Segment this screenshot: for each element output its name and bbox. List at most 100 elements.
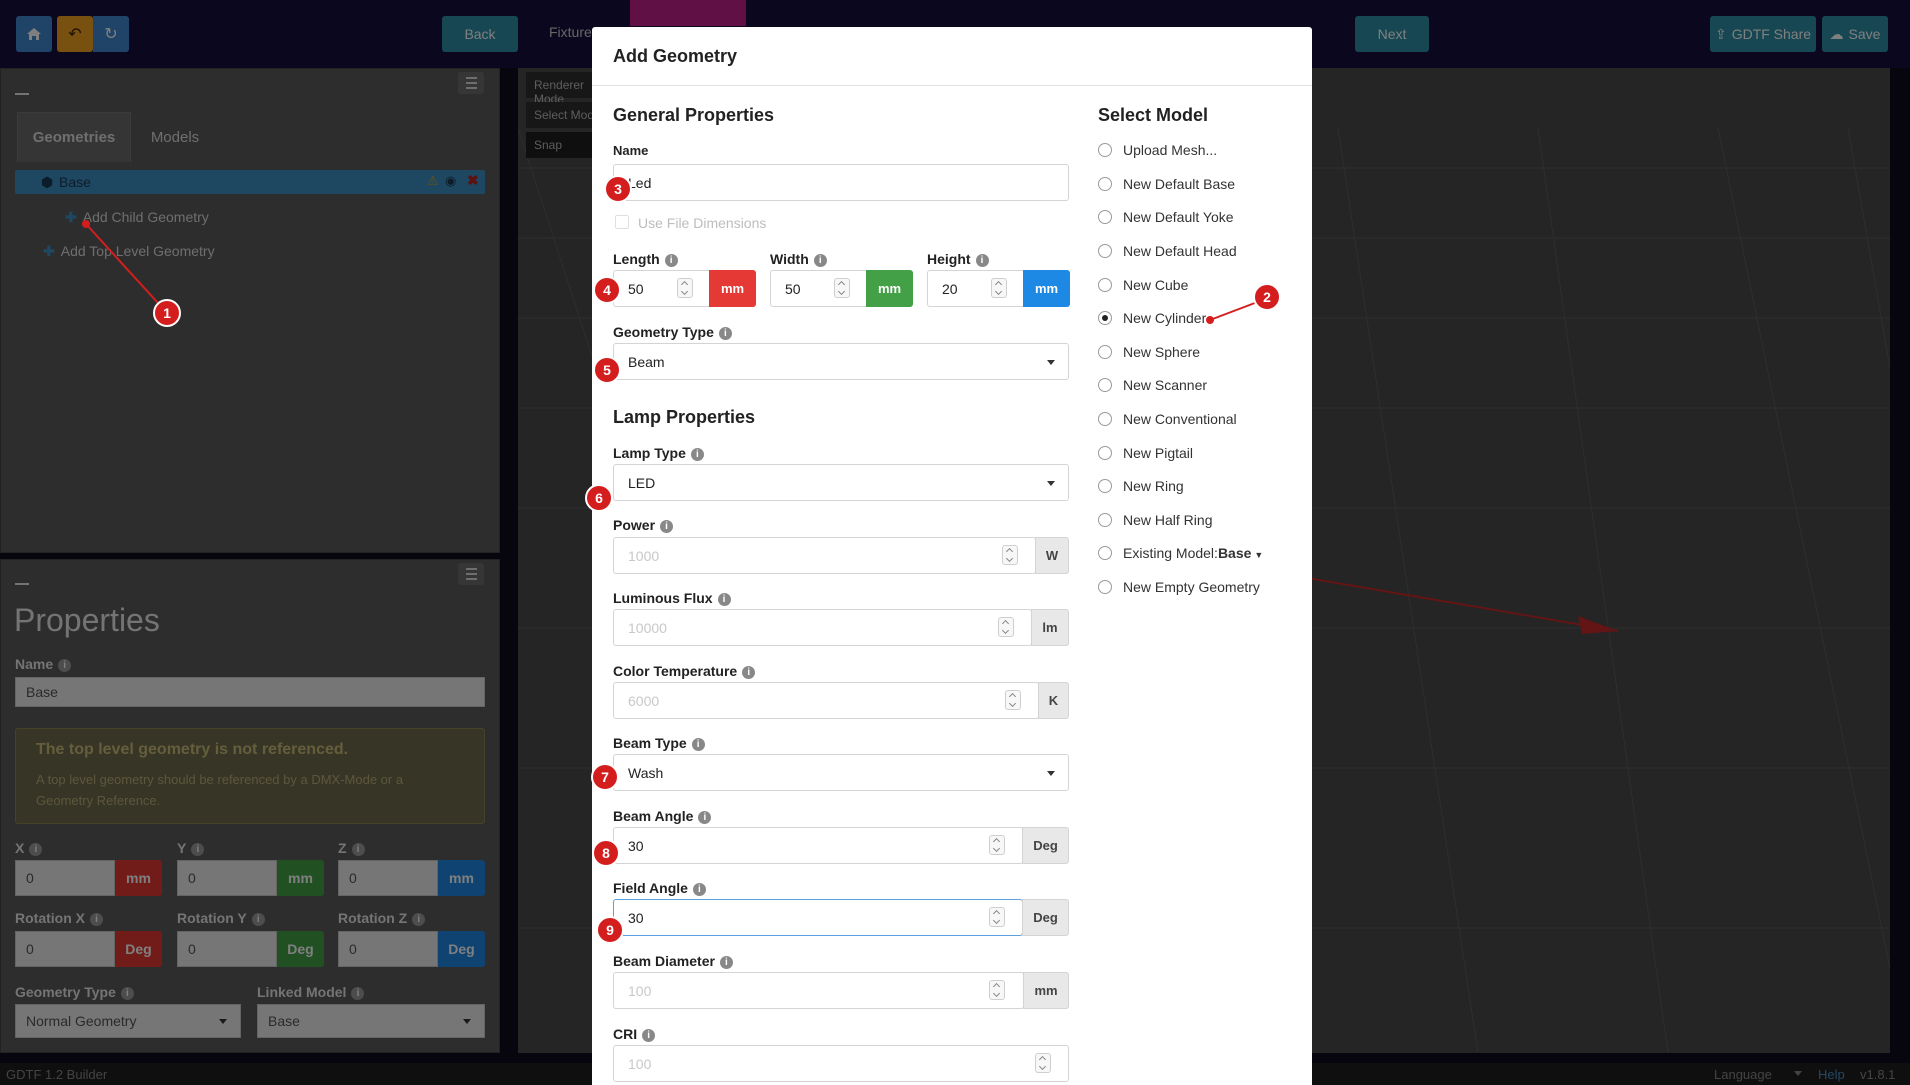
power-stepper[interactable]	[1002, 545, 1018, 565]
model-option-label: Existing Model:Base ▼	[1123, 545, 1264, 561]
field-angle-label: Field Angle i	[613, 880, 706, 896]
radio-button[interactable]	[1098, 580, 1112, 594]
model-option-label: New Pigtail	[1123, 445, 1194, 461]
model-option-half-ring[interactable]: New Half Ring	[1098, 511, 1298, 531]
radio-button[interactable]	[1098, 378, 1112, 392]
use-file-dimensions-label: Use File Dimensions	[638, 215, 767, 231]
length-stepper[interactable]	[677, 278, 693, 298]
field-angle-input[interactable]: 30	[613, 899, 1023, 936]
beam-diameter-input[interactable]: 100	[613, 972, 1024, 1009]
geometry-type-label: Geometry Typei	[613, 324, 732, 340]
info-icon: i	[717, 593, 731, 606]
lamp-type-select[interactable]: LED	[613, 464, 1069, 501]
model-option-pigtail[interactable]: New Pigtail	[1098, 444, 1298, 464]
use-file-dimensions-checkbox[interactable]	[615, 215, 629, 229]
model-option-label: New Empty Geometry	[1123, 579, 1260, 595]
model-option-sphere[interactable]: New Sphere	[1098, 343, 1298, 363]
geometry-type-select[interactable]: Beam	[613, 343, 1069, 380]
radio-button[interactable]	[1098, 345, 1112, 359]
height-stepper[interactable]	[991, 278, 1007, 298]
annotation-badge-9: 9	[596, 916, 624, 944]
model-option-label: Upload Mesh...	[1123, 142, 1218, 158]
info-icon: i	[692, 883, 706, 896]
field-angle-unit: Deg	[1022, 899, 1069, 936]
info-icon: i	[718, 327, 732, 340]
radio-button[interactable]	[1098, 143, 1112, 157]
model-option-label: New Cylinder	[1123, 310, 1207, 326]
annotation-badge-6: 6	[585, 484, 613, 512]
cri-input[interactable]: 100	[613, 1045, 1069, 1082]
width-input[interactable]: 50	[770, 270, 868, 307]
modal-divider	[592, 85, 1312, 86]
chevron-down-icon: ▼	[1254, 550, 1264, 560]
power-input[interactable]: 1000	[613, 537, 1036, 574]
length-label: Length i	[613, 251, 678, 267]
beam-angle-input[interactable]: 30	[613, 827, 1023, 864]
beam-type-select[interactable]: Wash	[613, 754, 1069, 791]
info-icon: i	[742, 666, 756, 679]
radio-button[interactable]	[1098, 278, 1112, 292]
color-temperature-unit: K	[1038, 682, 1069, 719]
radio-button[interactable]	[1098, 412, 1112, 426]
model-option-label: New Default Yoke	[1123, 209, 1234, 225]
info-icon: i	[664, 254, 678, 267]
field-angle-stepper[interactable]	[989, 907, 1005, 927]
radio-button[interactable]	[1098, 446, 1112, 460]
color-temperature-stepper[interactable]	[1005, 690, 1021, 710]
model-option-cylinder[interactable]: New Cylinder	[1098, 309, 1298, 329]
luminous-flux-stepper[interactable]	[998, 617, 1014, 637]
radio-button[interactable]	[1098, 546, 1112, 560]
width-stepper[interactable]	[834, 278, 850, 298]
chevron-down-icon	[1047, 771, 1055, 776]
model-option-default-head[interactable]: New Default Head	[1098, 242, 1298, 262]
beam-diameter-stepper[interactable]	[989, 980, 1005, 1000]
annotation-badge-3: 3	[604, 175, 632, 203]
radio-button[interactable]	[1098, 479, 1112, 493]
height-input[interactable]: 20	[927, 270, 1025, 307]
model-option-default-base[interactable]: New Default Base	[1098, 175, 1298, 195]
info-icon: i	[690, 448, 704, 461]
color-temperature-input[interactable]: 6000	[613, 682, 1039, 719]
radio-button-selected[interactable]	[1098, 311, 1112, 325]
model-option-label: New Ring	[1123, 478, 1184, 494]
select-model-heading: Select Model	[1098, 105, 1209, 125]
model-option-label: New Scanner	[1123, 377, 1208, 393]
model-option-label: New Conventional	[1123, 411, 1237, 427]
width-unit: mm	[866, 270, 913, 307]
model-option-conventional[interactable]: New Conventional	[1098, 410, 1298, 430]
info-icon: i	[660, 520, 674, 533]
model-option-empty-geometry[interactable]: New Empty Geometry	[1098, 578, 1298, 598]
beam-angle-stepper[interactable]	[989, 835, 1005, 855]
lamp-type-label: Lamp Type i	[613, 445, 704, 461]
cri-stepper[interactable]	[1035, 1053, 1051, 1073]
length-input[interactable]: 50	[613, 270, 711, 307]
beam-diameter-unit: mm	[1023, 972, 1069, 1009]
radio-button[interactable]	[1098, 210, 1112, 224]
model-option-upload-mesh[interactable]: Upload Mesh...	[1098, 141, 1298, 161]
beam-angle-label: Beam Angle i	[613, 808, 712, 824]
model-option-existing-model[interactable]: Existing Model:Base ▼	[1098, 544, 1298, 564]
info-icon: i	[691, 738, 705, 751]
model-option-label: New Default Head	[1123, 243, 1237, 259]
existing-model-dropdown[interactable]: Base	[1218, 545, 1251, 561]
name-input[interactable]: Led	[613, 164, 1069, 201]
length-unit: mm	[709, 270, 756, 307]
model-option-label: New Half Ring	[1123, 512, 1213, 528]
info-icon: i	[975, 254, 989, 267]
radio-button[interactable]	[1098, 244, 1112, 258]
annotation-badge-1: 1	[153, 299, 181, 327]
model-option-label: New Sphere	[1123, 344, 1201, 360]
radio-button[interactable]	[1098, 513, 1112, 527]
info-icon: i	[719, 956, 733, 969]
annotation-badge-8: 8	[592, 839, 620, 867]
modal-title: Add Geometry	[613, 46, 738, 66]
model-option-ring[interactable]: New Ring	[1098, 477, 1298, 497]
model-option-default-yoke[interactable]: New Default Yoke	[1098, 208, 1298, 228]
general-properties-heading: General Properties	[613, 105, 775, 125]
beam-angle-unit: Deg	[1022, 827, 1069, 864]
radio-button[interactable]	[1098, 177, 1112, 191]
chevron-down-icon	[1047, 481, 1055, 486]
luminous-flux-input[interactable]: 10000	[613, 609, 1032, 646]
lamp-properties-heading: Lamp Properties	[613, 407, 756, 427]
model-option-scanner[interactable]: New Scanner	[1098, 376, 1298, 396]
